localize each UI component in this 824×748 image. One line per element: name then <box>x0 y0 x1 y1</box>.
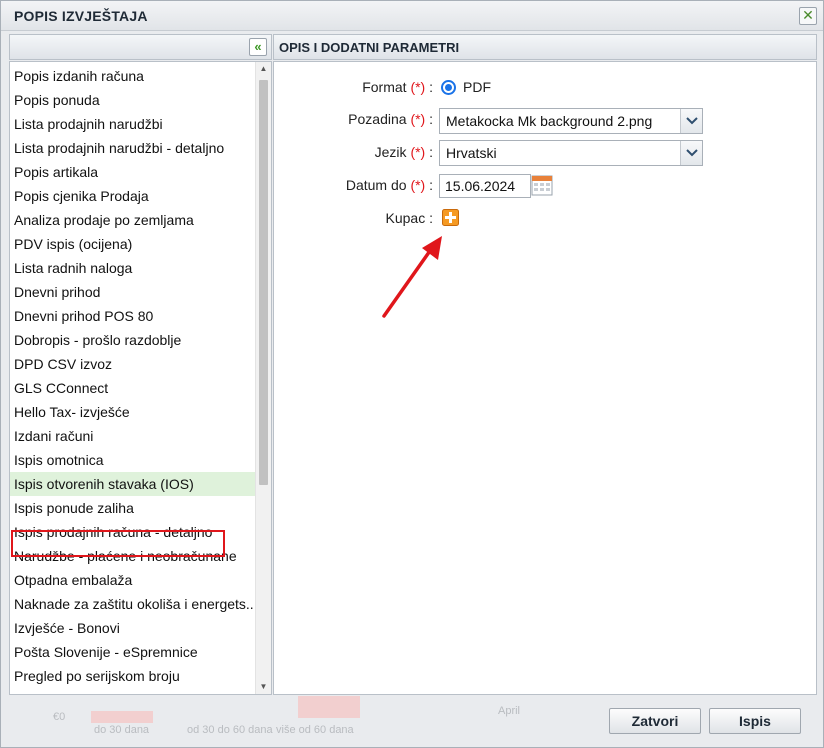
report-list-item[interactable]: DPD CSV izvoz <box>10 352 255 376</box>
report-list-item[interactable]: Popis artikala <box>10 160 255 184</box>
background-chart-label: €0 <box>53 711 66 723</box>
print-button[interactable]: Ispis <box>709 708 801 734</box>
report-list-item[interactable]: Ispis omotnica <box>10 448 255 472</box>
report-dialog: POPIS IZVJEŠTAJA ✕ « Popis izdanih račun… <box>0 0 824 748</box>
params-panel: Format (*) : PDF Pozadina (*) : Metakock… <box>273 61 817 695</box>
report-list-item[interactable]: Lista radnih naloga <box>10 256 255 280</box>
close-button[interactable]: Zatvori <box>609 708 701 734</box>
report-list-item[interactable]: Pregled po serijskom broju <box>10 664 255 688</box>
report-list-item[interactable]: Ispis otvorenih stavaka (IOS) <box>10 472 255 496</box>
report-list-item[interactable]: Izdani računi <box>10 424 255 448</box>
background-label: Pozadina (*) : <box>348 111 433 127</box>
background-select[interactable]: Metakocka Mk background 2.png <box>439 108 703 134</box>
dialog-titlebar: POPIS IZVJEŠTAJA ✕ <box>1 1 823 31</box>
scroll-up-icon[interactable]: ▲ <box>256 62 271 76</box>
close-icon[interactable]: ✕ <box>799 7 817 25</box>
report-list-item[interactable]: Lista prodajnih narudžbi <box>10 112 255 136</box>
annotation-arrow <box>382 236 442 318</box>
report-list-item[interactable]: Popis izdanih računa <box>10 64 255 88</box>
background-chart-label: više od 60 dana <box>276 724 354 736</box>
report-list-item[interactable]: Hello Tax- izvješće <box>10 400 255 424</box>
report-list-item[interactable]: Lista prodajnih narudžbi - detaljno <box>10 136 255 160</box>
scroll-thumb[interactable] <box>259 80 268 485</box>
customer-label: Kupac : <box>385 210 433 226</box>
report-list-item[interactable]: Dobropis - prošlo razdoblje <box>10 328 255 352</box>
report-list-item[interactable]: Analiza prodaje po zemljama <box>10 208 255 232</box>
format-pdf-radio[interactable] <box>441 80 456 95</box>
report-list-item[interactable]: GLS CConnect <box>10 376 255 400</box>
format-label: Format (*) : <box>362 79 433 95</box>
date-label: Datum do (*) : <box>345 177 433 193</box>
report-list-item[interactable]: Otpadna embalaža <box>10 568 255 592</box>
params-title: OPIS I DODATNI PARAMETRI <box>279 40 460 55</box>
report-list-item[interactable]: Naknade za zaštitu okoliša i energets... <box>10 592 255 616</box>
report-list-item[interactable]: Dnevni prihod POS 80 <box>10 304 255 328</box>
report-list-item[interactable]: Popis ponuda <box>10 88 255 112</box>
report-list-item[interactable]: Izvješće - Bonovi <box>10 616 255 640</box>
scroll-down-icon[interactable]: ▼ <box>256 680 271 694</box>
report-list-item[interactable]: Dnevni prihod <box>10 280 255 304</box>
background-chart-bar <box>91 711 153 723</box>
report-list-item[interactable]: Pošta Slovenije - eSpremnice <box>10 640 255 664</box>
chevron-down-icon[interactable] <box>680 141 702 165</box>
language-select[interactable]: Hrvatski <box>439 140 703 166</box>
report-list-item[interactable]: PDV ispis (ocijena) <box>10 232 255 256</box>
dialog-title: POPIS IZVJEŠTAJA <box>14 8 148 24</box>
report-list-header: « <box>9 34 272 60</box>
background-chart-label: od 30 do 60 dana <box>187 724 273 736</box>
background-chart-label: do 30 dana <box>94 724 150 736</box>
report-list-item[interactable]: Ispis prodajnih računa - detaljno <box>10 520 255 544</box>
params-header: OPIS I DODATNI PARAMETRI <box>273 34 817 60</box>
list-scrollbar[interactable]: ▲ ▼ <box>255 62 271 694</box>
report-list: Popis izdanih računa Popis ponuda Lista pr… <box>9 61 272 695</box>
chevron-down-icon[interactable] <box>680 109 702 133</box>
report-list-item[interactable]: Prodaja po dat... <box>10 688 255 694</box>
format-pdf-label: PDF <box>463 79 491 95</box>
background-chart-bar <box>298 696 360 718</box>
date-input[interactable]: 15.06.2024 <box>439 174 531 198</box>
report-list-item[interactable]: Ispis ponude zaliha <box>10 496 255 520</box>
background-chart-label: April <box>498 705 521 717</box>
calendar-icon[interactable] <box>531 173 553 197</box>
report-list-item[interactable]: Narudžbe - plaćene i neobračunane <box>10 544 255 568</box>
language-label: Jezik (*) : <box>374 144 433 160</box>
collapse-left-icon[interactable]: « <box>249 38 267 56</box>
report-list-item[interactable]: Popis cjenika Prodaja <box>10 184 255 208</box>
add-customer-icon[interactable] <box>442 209 459 226</box>
